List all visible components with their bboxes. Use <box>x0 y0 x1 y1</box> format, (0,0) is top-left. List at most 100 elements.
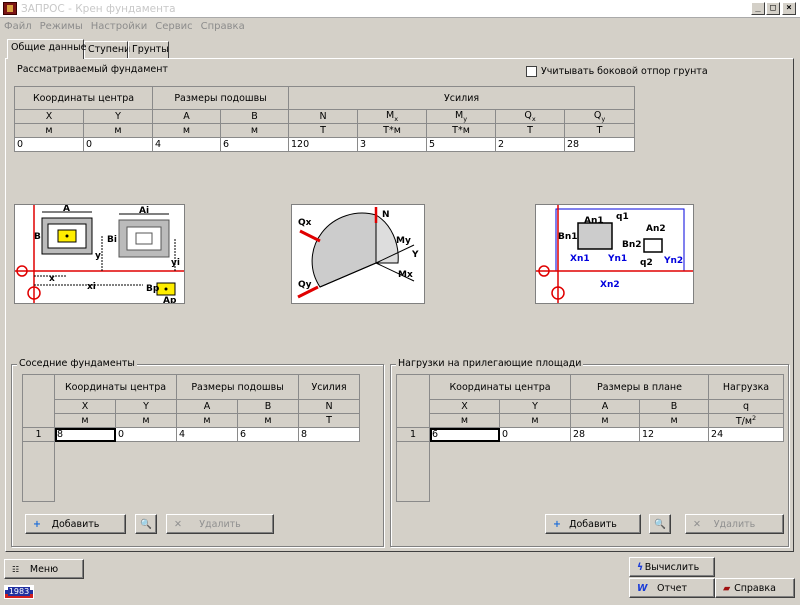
preview-neighbor-button[interactable]: 🔍 <box>135 514 157 534</box>
label-y: y <box>95 251 101 261</box>
tab-soils[interactable]: Грунты <box>128 41 169 58</box>
value-cell[interactable]: 2 <box>495 137 566 152</box>
label-Xn1: Xn1 <box>570 254 590 264</box>
label-Mx: Mx <box>398 270 413 280</box>
value-cell[interactable]: 28 <box>570 427 641 443</box>
value-cell[interactable]: 4 <box>176 427 239 442</box>
maximize-button[interactable]: □ <box>766 2 780 15</box>
value-cell[interactable]: 6 <box>220 137 290 152</box>
add-load-button[interactable]: + Добавить <box>545 514 641 534</box>
word-icon: W <box>637 582 648 594</box>
main-foundation-table: Координаты центра Размеры подошвы Усилия… <box>13 86 636 152</box>
col-unit: м <box>14 123 84 138</box>
checkbox-box[interactable] <box>526 66 537 77</box>
side-resistance-checkbox[interactable]: Учитывать боковой отпор грунта <box>526 66 708 77</box>
value-cell[interactable]: 6 <box>237 427 300 442</box>
value-cell[interactable]: 120 <box>288 137 359 152</box>
year-badge: 1983 <box>4 585 34 599</box>
col-header: Qx <box>495 109 566 124</box>
label-Bn1: Bn1 <box>558 232 578 242</box>
label-yi: yi <box>171 258 180 268</box>
neighbors-title: Соседние фундаменты <box>17 358 137 369</box>
col-header: Y <box>114 399 178 414</box>
menu-button[interactable]: ☷ Меню <box>4 559 84 579</box>
label-q2: q2 <box>640 258 653 268</box>
col-unit: м <box>498 412 572 429</box>
value-cell[interactable]: 0 <box>114 427 178 442</box>
value-cell[interactable]: 3 <box>357 137 428 152</box>
value-cell[interactable]: 0 <box>82 137 154 152</box>
value-cell[interactable]: 8 <box>298 427 361 442</box>
plus-icon: + <box>553 518 561 530</box>
value-cell[interactable]: 12 <box>639 427 710 443</box>
col-unit: м <box>54 413 116 428</box>
value-cell[interactable]: 0 <box>498 427 572 443</box>
group-size: Размеры подошвы <box>152 86 290 110</box>
menu-service[interactable]: Сервис <box>151 21 196 32</box>
plus-icon: + <box>33 518 41 530</box>
col-unit: м <box>152 123 222 138</box>
label-An2: An2 <box>646 224 666 234</box>
checkbox-label: Учитывать боковой отпор грунта <box>541 66 708 77</box>
col-unit: Т*м <box>426 123 497 138</box>
neighbors-group-size: Размеры подошвы <box>176 374 300 400</box>
close-button[interactable]: × <box>782 2 796 15</box>
magnifier-icon: 🔍 <box>654 518 666 530</box>
menu-help[interactable]: Справка <box>197 21 249 32</box>
col-unit: Т/м2 <box>708 412 785 429</box>
report-button[interactable]: W Отчет <box>629 578 715 598</box>
col-header: Y <box>82 109 154 124</box>
label-Y: Y <box>411 250 419 260</box>
magnifier-icon: 🔍 <box>140 518 152 530</box>
row-number: 1 <box>396 427 430 443</box>
delete-icon: ✕ <box>174 518 182 530</box>
help-button[interactable]: ▰ Справка <box>715 578 795 598</box>
foundations-plan-diagram: A Ai B Bi y yi x xi Bp Ap <box>14 204 185 306</box>
minimize-button[interactable]: _ <box>751 2 765 15</box>
preview-load-button[interactable]: 🔍 <box>649 514 671 534</box>
value-cell[interactable]: 6 <box>429 427 500 443</box>
app-icon[interactable] <box>3 2 17 15</box>
menu-modes[interactable]: Режимы <box>36 21 87 32</box>
forces-diagram: Qx N My Y Mx Qy <box>291 204 425 304</box>
delete-neighbor-button[interactable]: ✕ Удалить <box>166 514 274 534</box>
row-number: 1 <box>22 427 55 442</box>
adjacent-loads-diagram: An1 q1 An2 Bn1 Bn2 Xn1 Yn1 q2 Yn2 Xn2 <box>535 204 694 304</box>
col-unit: м <box>237 413 300 428</box>
col-unit: м <box>176 413 239 428</box>
col-header: A <box>152 109 222 124</box>
loads-title: Нагрузки на прилегающие площади <box>396 358 584 369</box>
col-header: Qy <box>564 109 636 124</box>
menu-file[interactable]: Файл <box>0 21 36 32</box>
tab-general[interactable]: Общие данные <box>7 39 86 59</box>
col-header: Mx <box>357 109 428 124</box>
menu-bar: Файл Режимы Настройки Сервис Справка <box>0 18 800 35</box>
calculate-button[interactable]: ϟ Вычислить <box>629 557 715 577</box>
value-cell[interactable]: 8 <box>54 427 116 442</box>
value-cell[interactable]: 5 <box>426 137 497 152</box>
neighbors-group-center: Координаты центра <box>53 374 178 400</box>
group-forces: Усилия <box>288 86 636 110</box>
loads-table: Координаты центра Размеры в плане Нагруз… <box>396 373 785 503</box>
value-cell[interactable]: 0 <box>14 137 84 152</box>
menu-settings[interactable]: Настройки <box>87 21 151 32</box>
col-header: X <box>54 399 116 414</box>
delete-load-button[interactable]: ✕ Удалить <box>685 514 784 534</box>
lightning-icon: ϟ <box>637 561 644 573</box>
col-header: Y <box>498 399 572 414</box>
col-unit: м <box>639 412 710 429</box>
value-cell[interactable]: 24 <box>708 427 785 443</box>
col-unit: Т <box>298 413 361 428</box>
col-header: q <box>708 399 785 414</box>
add-neighbor-button[interactable]: + Добавить <box>25 514 126 534</box>
label-Yn2: Yn2 <box>663 256 683 266</box>
label-Yn1: Yn1 <box>607 254 627 264</box>
col-unit: Т <box>495 123 566 138</box>
col-unit: м <box>570 412 641 429</box>
label-An1: An1 <box>584 216 604 226</box>
value-cell[interactable]: 28 <box>564 137 636 152</box>
value-cell[interactable]: 4 <box>152 137 222 152</box>
tab-steps[interactable]: Ступени <box>84 41 130 58</box>
col-header: B <box>220 109 290 124</box>
col-header: X <box>429 399 500 414</box>
